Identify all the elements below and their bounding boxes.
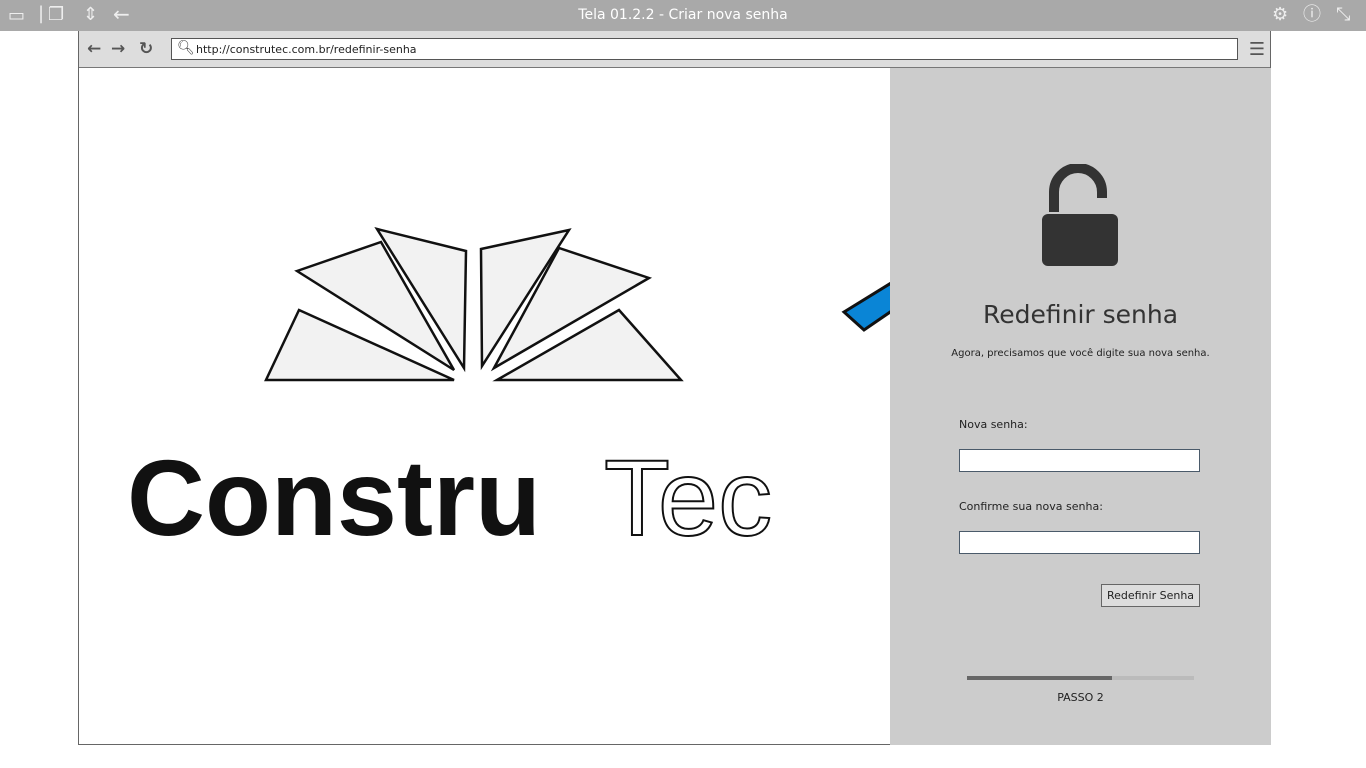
- browser-window: ← → ↻ 🔍︎ http://construtec.com.br/redefi…: [78, 31, 1271, 745]
- new-password-label: Nova senha:: [959, 418, 1028, 431]
- step-progress-bar: [967, 676, 1194, 680]
- fullscreen-icon[interactable]: ⤡: [1336, 6, 1350, 24]
- reset-password-button[interactable]: Redefinir Senha: [1101, 584, 1200, 607]
- progress-fill: [967, 676, 1113, 680]
- confirm-password-input[interactable]: [959, 531, 1200, 554]
- gear-icon[interactable]: ⚙: [1272, 6, 1288, 24]
- page-title: Redefinir senha: [982, 300, 1179, 329]
- step-label: PASSO 2: [1057, 691, 1104, 704]
- viewer-toolbar: ▭ | ❐ ⇕ ← Tela 01.2.2 - Criar nova senha…: [0, 0, 1366, 31]
- info-icon[interactable]: ⓘ: [1303, 6, 1321, 24]
- construtec-logo: Constru Tec: [127, 227, 890, 559]
- logo-text-outline: Tec: [604, 437, 772, 558]
- logo-text-bold: Constru: [127, 437, 541, 558]
- url-text: http://construtec.com.br/redefinir-senha: [196, 43, 417, 56]
- menu-icon[interactable]: ☰: [1249, 39, 1265, 60]
- back-arrow-icon[interactable]: ←: [87, 39, 101, 59]
- url-bar[interactable]: 🔍︎ http://construtec.com.br/redefinir-se…: [171, 38, 1238, 60]
- confirm-password-label: Confirme sua nova senha:: [959, 500, 1103, 513]
- browser-navbar: ← → ↻ 🔍︎ http://construtec.com.br/redefi…: [79, 31, 1270, 68]
- reset-password-panel: Redefinir senha Agora, precisamos que vo…: [890, 68, 1271, 745]
- unlocked-padlock-icon: [1042, 164, 1118, 266]
- new-password-input[interactable]: [959, 449, 1200, 472]
- forward-arrow-icon[interactable]: →: [111, 39, 125, 59]
- window-title: Tela 01.2.2 - Criar nova senha: [578, 7, 788, 23]
- search-icon: 🔍︎: [177, 40, 195, 56]
- reload-icon[interactable]: ↻: [139, 39, 153, 59]
- page-subtitle: Agora, precisamos que você digite sua no…: [951, 348, 1210, 359]
- blue-arrow-annotation: [841, 281, 890, 332]
